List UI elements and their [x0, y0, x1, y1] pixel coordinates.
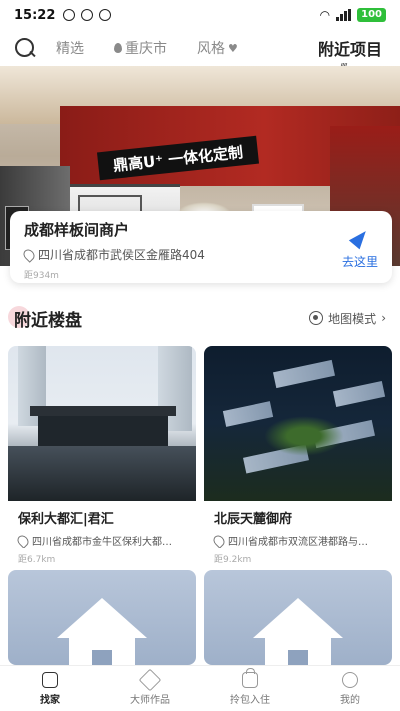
location-pin-icon — [21, 246, 37, 263]
listing-address: 四川省成都市双流区港都路与… — [204, 527, 392, 548]
bottom-tab-move-in[interactable]: 拎包入住 — [200, 666, 300, 711]
listing-distance: 距6.7km — [18, 555, 56, 565]
wifi-icon: ◠ — [319, 8, 331, 22]
shield-icon — [81, 9, 94, 21]
location-pin-icon — [211, 532, 227, 548]
listing-image — [8, 346, 196, 501]
listing-image — [204, 346, 392, 501]
status-time: 15:22 — [14, 7, 56, 23]
listing-distance: 距9.2km — [214, 555, 252, 565]
listing-placeholder-image — [204, 570, 392, 665]
store-distance: 距934m — [24, 271, 59, 281]
status-bar: 15:22 ◠ 100 — [0, 0, 400, 30]
navigation-arrow-icon — [348, 226, 372, 250]
map-pin-icon — [309, 311, 324, 325]
store-name: 成都样板间商户 — [24, 221, 130, 239]
house-icon — [57, 598, 147, 665]
location-pin-icon — [114, 43, 122, 53]
tab-featured[interactable]: 精选 — [56, 38, 84, 58]
tab-style[interactable]: 风格 ♥ — [197, 38, 238, 58]
listing-card[interactable] — [204, 570, 392, 665]
location-pin-icon — [15, 532, 31, 548]
navigate-button[interactable]: 去这里 — [342, 226, 378, 270]
listing-card[interactable]: 北辰天麓御府 四川省成都市双流区港都路与… 距9.2km — [204, 346, 392, 565]
heart-icon: ♥ — [228, 41, 238, 55]
bottom-tab-master-works[interactable]: 大师作品 — [100, 666, 200, 711]
bottom-tab-find-home[interactable]: 找家 — [0, 666, 100, 711]
top-nav: 精选 重庆市 风格 ♥ 附近项目 — [0, 30, 400, 70]
pen-icon — [138, 668, 162, 691]
listing-title: 北辰天麓御府 — [214, 512, 293, 527]
notification-icon — [99, 9, 112, 21]
tab-nearby-projects[interactable]: 附近项目 — [318, 36, 382, 70]
listing-card[interactable] — [8, 570, 196, 665]
bottom-nav: 找家 大师作品 拎包入住 我的 — [0, 665, 400, 711]
listing-placeholder-image — [8, 570, 196, 665]
listing-title: 保利大都汇|君汇 — [18, 512, 114, 527]
home-icon — [42, 671, 58, 688]
bottom-tab-profile[interactable]: 我的 — [300, 666, 400, 711]
house-icon — [253, 598, 343, 665]
alarm-icon — [63, 9, 76, 21]
section-title: 附近楼盘 — [14, 310, 82, 331]
battery-icon: 100 — [357, 8, 386, 22]
profile-icon — [342, 671, 358, 688]
chevron-right-icon: › — [381, 311, 386, 325]
nearby-section-header: 附近楼盘 地图模式 › — [0, 300, 400, 336]
bag-icon — [242, 667, 258, 688]
signal-icon — [336, 9, 352, 21]
listing-card[interactable]: 保利大都汇|君汇 四川省成都市金牛区保利大都… 距6.7km — [8, 346, 196, 565]
search-icon[interactable] — [14, 37, 36, 59]
tab-city[interactable]: 重庆市 — [114, 38, 167, 58]
store-address: 四川省成都市武侯区金雁路404 — [21, 246, 378, 263]
listing-address: 四川省成都市金牛区保利大都… — [8, 527, 196, 548]
map-mode-button[interactable]: 地图模式 › — [309, 310, 386, 327]
store-info-card[interactable]: 成都样板间商户 四川省成都市武侯区金雁路404 距934m 去这里 — [10, 211, 392, 283]
